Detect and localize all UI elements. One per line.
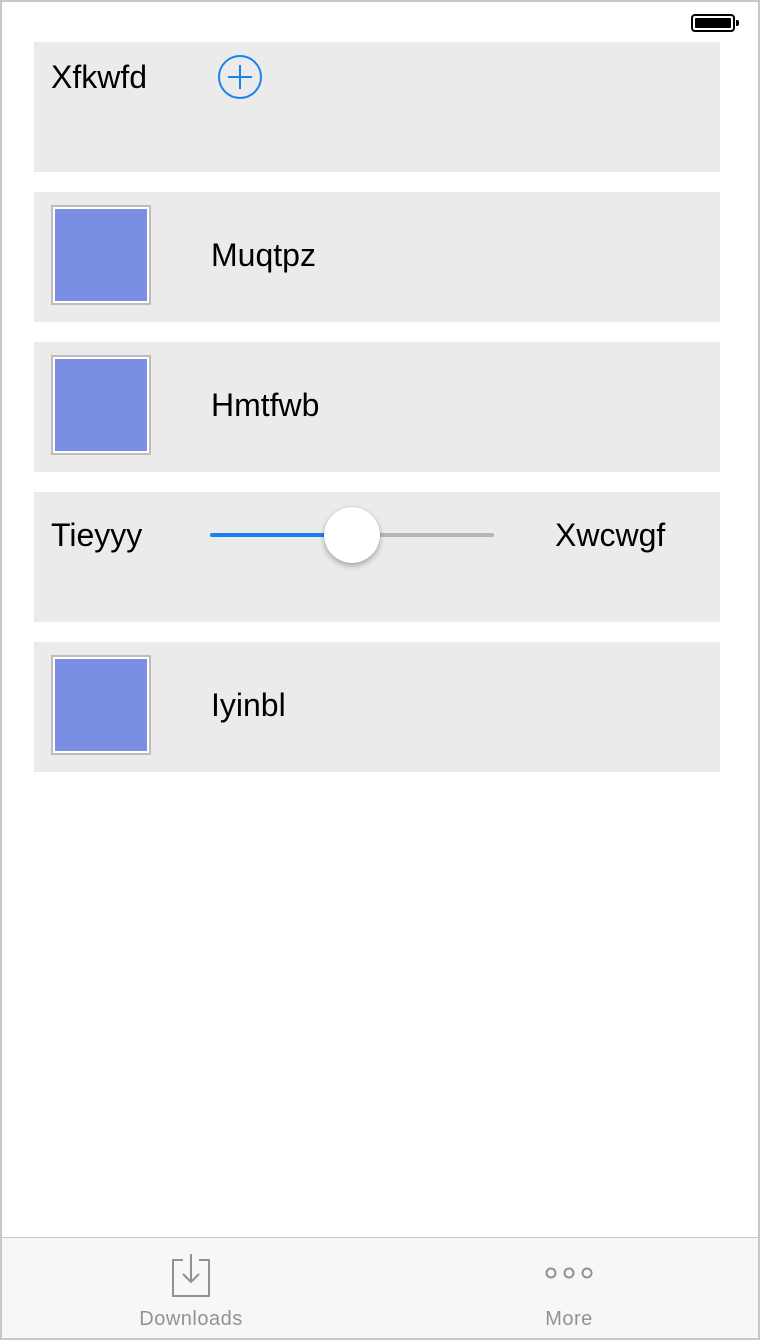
slider-thumb[interactable]	[324, 507, 380, 563]
app-window: Xfkwfd Muqtpz Hmtfwb Tieyyy Xwcwgf Iyinb…	[0, 0, 760, 1340]
slider-card: Tieyyy Xwcwgf	[34, 492, 720, 622]
color-swatch-fill	[55, 359, 147, 451]
list-item[interactable]: Hmtfwb	[34, 342, 720, 472]
plus-circle-icon[interactable]	[218, 55, 262, 99]
color-swatch-fill	[55, 209, 147, 301]
tab-more[interactable]: More	[380, 1238, 758, 1338]
color-swatch-fill	[55, 659, 147, 751]
more-dots-icon	[545, 1267, 593, 1279]
list-item[interactable]: Muqtpz	[34, 192, 720, 322]
color-swatch[interactable]	[51, 355, 151, 455]
list-item[interactable]: Iyinbl	[34, 642, 720, 772]
download-tray-icon	[172, 1254, 210, 1297]
list-item-label: Hmtfwb	[211, 387, 320, 423]
tab-downloads-label: Downloads	[139, 1308, 243, 1330]
list-item-label: Iyinbl	[211, 687, 286, 723]
list-item-label: Muqtpz	[211, 237, 316, 273]
header-card: Xfkwfd	[34, 42, 720, 172]
slider-min-label: Tieyyy	[51, 517, 143, 553]
tab-downloads[interactable]: Downloads	[2, 1238, 380, 1338]
slider-track[interactable]	[210, 507, 494, 563]
color-swatch[interactable]	[51, 205, 151, 305]
color-swatch[interactable]	[51, 655, 151, 755]
tab-bar: Downloads More	[2, 1237, 758, 1338]
battery-icon	[691, 14, 739, 32]
tab-more-label: More	[545, 1308, 593, 1330]
slider-max-label: Xwcwgf	[555, 517, 666, 553]
header-card-title: Xfkwfd	[51, 59, 148, 95]
